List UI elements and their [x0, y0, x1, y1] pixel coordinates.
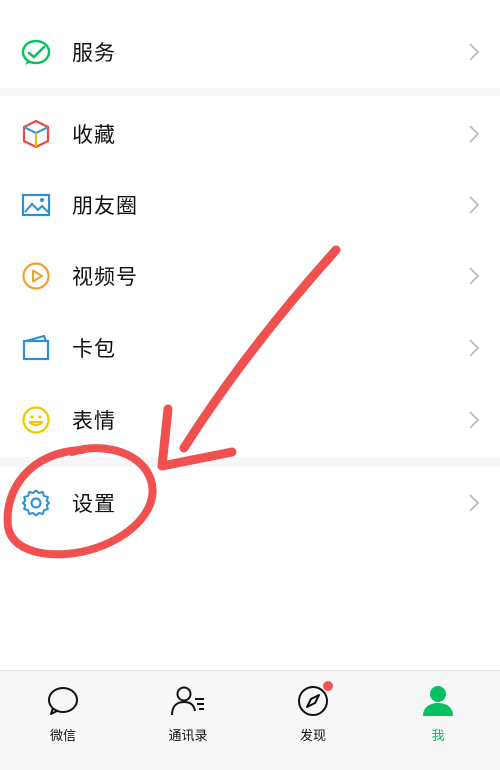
menu-item-card-wallet[interactable]: 卡包 [0, 312, 500, 384]
tab-label: 微信 [49, 729, 76, 744]
chevron-right-icon [468, 410, 480, 430]
tab-me[interactable]: 我 [388, 683, 488, 753]
wechat-pay-check-icon [20, 36, 52, 68]
chevron-right-icon [468, 266, 480, 286]
tab-label: 通讯录 [168, 729, 208, 744]
menu-item-channels[interactable]: 视频号 [0, 240, 500, 312]
image-icon [20, 189, 52, 221]
menu-item-label: 卡包 [72, 337, 116, 361]
menu-item-label: 朋友圈 [72, 194, 138, 218]
section-gap [0, 88, 500, 96]
tab-label: 我 [431, 729, 445, 744]
menu-item-label: 收藏 [72, 123, 116, 147]
chat-bubble-icon [45, 683, 81, 719]
gear-icon [20, 487, 52, 519]
wallet-icon [20, 332, 52, 364]
menu-item-services[interactable]: 服务 [0, 16, 500, 88]
menu-item-label: 设置 [72, 492, 116, 516]
chevron-right-icon [468, 195, 480, 215]
menu-item-label: 服务 [72, 41, 116, 65]
chevron-right-icon [468, 338, 480, 358]
play-circle-icon [20, 260, 52, 292]
tab-chats[interactable]: 微信 [13, 683, 113, 753]
contacts-icon [170, 683, 206, 719]
menu-item-label: 视频号 [72, 265, 138, 289]
cube-icon [20, 118, 52, 150]
menu-item-stickers[interactable]: 表情 [0, 384, 500, 456]
person-icon [420, 683, 456, 719]
section-gap [0, 457, 500, 467]
menu-item-label: 表情 [72, 409, 116, 433]
tab-label: 发现 [299, 729, 326, 744]
tab-contacts[interactable]: 通讯录 [138, 683, 238, 753]
chevron-right-icon [468, 493, 480, 513]
tab-discover[interactable]: 发现 [263, 681, 363, 753]
chevron-right-icon [468, 42, 480, 62]
compass-icon [295, 681, 333, 719]
notification-dot [323, 681, 333, 691]
bottom-tab-bar: 微信 通讯录 发现 我 [0, 670, 500, 770]
menu-item-favorites[interactable]: 收藏 [0, 98, 500, 170]
menu-item-moments[interactable]: 朋友圈 [0, 169, 500, 241]
chevron-right-icon [468, 124, 480, 144]
smiley-icon [20, 404, 52, 436]
menu-item-settings[interactable]: 设置 [0, 467, 500, 539]
